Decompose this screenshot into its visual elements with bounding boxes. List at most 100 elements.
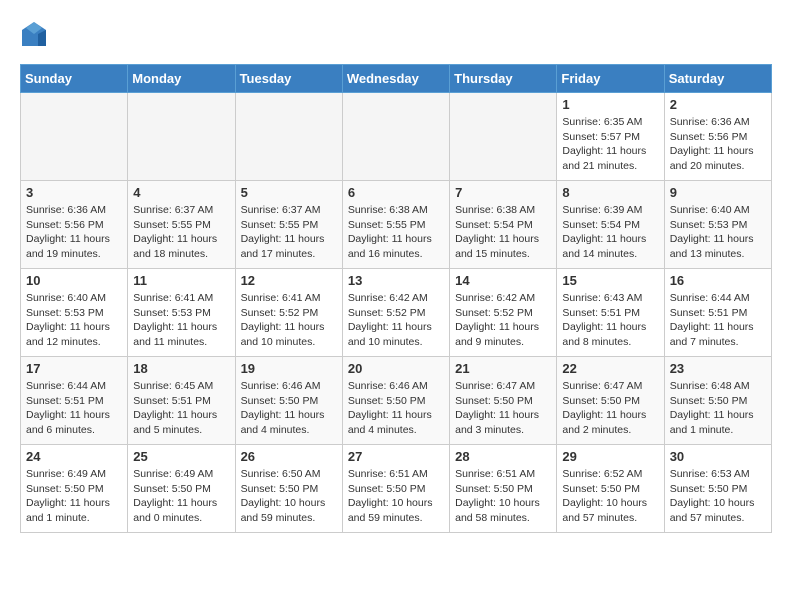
calendar-cell: 4 Sunrise: 6:37 AM Sunset: 5:55 PM Daylig… xyxy=(128,181,235,269)
day-number: 10 xyxy=(26,273,122,288)
day-number: 15 xyxy=(562,273,658,288)
day-info: Sunrise: 6:36 AM Sunset: 5:56 PM Dayligh… xyxy=(670,115,766,174)
calendar-cell: 21 Sunrise: 6:47 AM Sunset: 5:50 PM Dayli… xyxy=(450,357,557,445)
day-number: 20 xyxy=(348,361,444,376)
day-number: 30 xyxy=(670,449,766,464)
day-info: Sunrise: 6:53 AM Sunset: 5:50 PM Dayligh… xyxy=(670,467,766,526)
day-info: Sunrise: 6:46 AM Sunset: 5:50 PM Dayligh… xyxy=(241,379,337,438)
day-info: Sunrise: 6:43 AM Sunset: 5:51 PM Dayligh… xyxy=(562,291,658,350)
calendar-cell: 20 Sunrise: 6:46 AM Sunset: 5:50 PM Dayli… xyxy=(342,357,449,445)
calendar-cell xyxy=(235,93,342,181)
day-number: 17 xyxy=(26,361,122,376)
day-number: 5 xyxy=(241,185,337,200)
day-number: 1 xyxy=(562,97,658,112)
weekday-header: Wednesday xyxy=(342,65,449,93)
day-info: Sunrise: 6:37 AM Sunset: 5:55 PM Dayligh… xyxy=(241,203,337,262)
calendar-week-row: 24 Sunrise: 6:49 AM Sunset: 5:50 PM Dayli… xyxy=(21,445,772,533)
calendar-week-row: 3 Sunrise: 6:36 AM Sunset: 5:56 PM Daylig… xyxy=(21,181,772,269)
day-info: Sunrise: 6:47 AM Sunset: 5:50 PM Dayligh… xyxy=(455,379,551,438)
day-number: 25 xyxy=(133,449,229,464)
day-number: 27 xyxy=(348,449,444,464)
day-info: Sunrise: 6:42 AM Sunset: 5:52 PM Dayligh… xyxy=(455,291,551,350)
weekday-header: Saturday xyxy=(664,65,771,93)
calendar-header-row: SundayMondayTuesdayWednesdayThursdayFrid… xyxy=(21,65,772,93)
page-header xyxy=(20,20,772,48)
day-number: 22 xyxy=(562,361,658,376)
day-info: Sunrise: 6:41 AM Sunset: 5:53 PM Dayligh… xyxy=(133,291,229,350)
weekday-header: Monday xyxy=(128,65,235,93)
calendar-cell xyxy=(128,93,235,181)
day-number: 16 xyxy=(670,273,766,288)
calendar-cell: 8 Sunrise: 6:39 AM Sunset: 5:54 PM Daylig… xyxy=(557,181,664,269)
calendar-cell: 16 Sunrise: 6:44 AM Sunset: 5:51 PM Dayli… xyxy=(664,269,771,357)
day-number: 29 xyxy=(562,449,658,464)
day-info: Sunrise: 6:44 AM Sunset: 5:51 PM Dayligh… xyxy=(670,291,766,350)
calendar-cell: 27 Sunrise: 6:51 AM Sunset: 5:50 PM Dayli… xyxy=(342,445,449,533)
calendar-cell xyxy=(342,93,449,181)
day-info: Sunrise: 6:35 AM Sunset: 5:57 PM Dayligh… xyxy=(562,115,658,174)
day-number: 6 xyxy=(348,185,444,200)
calendar-week-row: 17 Sunrise: 6:44 AM Sunset: 5:51 PM Dayli… xyxy=(21,357,772,445)
calendar-cell: 13 Sunrise: 6:42 AM Sunset: 5:52 PM Dayli… xyxy=(342,269,449,357)
day-number: 18 xyxy=(133,361,229,376)
day-number: 8 xyxy=(562,185,658,200)
day-info: Sunrise: 6:37 AM Sunset: 5:55 PM Dayligh… xyxy=(133,203,229,262)
day-number: 24 xyxy=(26,449,122,464)
day-info: Sunrise: 6:46 AM Sunset: 5:50 PM Dayligh… xyxy=(348,379,444,438)
day-number: 23 xyxy=(670,361,766,376)
calendar-week-row: 10 Sunrise: 6:40 AM Sunset: 5:53 PM Dayli… xyxy=(21,269,772,357)
day-number: 21 xyxy=(455,361,551,376)
calendar-cell: 12 Sunrise: 6:41 AM Sunset: 5:52 PM Dayli… xyxy=(235,269,342,357)
day-info: Sunrise: 6:50 AM Sunset: 5:50 PM Dayligh… xyxy=(241,467,337,526)
calendar-week-row: 1 Sunrise: 6:35 AM Sunset: 5:57 PM Daylig… xyxy=(21,93,772,181)
day-number: 12 xyxy=(241,273,337,288)
calendar-cell: 3 Sunrise: 6:36 AM Sunset: 5:56 PM Daylig… xyxy=(21,181,128,269)
calendar-cell: 2 Sunrise: 6:36 AM Sunset: 5:56 PM Daylig… xyxy=(664,93,771,181)
day-info: Sunrise: 6:36 AM Sunset: 5:56 PM Dayligh… xyxy=(26,203,122,262)
logo-icon xyxy=(20,20,48,48)
day-number: 4 xyxy=(133,185,229,200)
weekday-header: Sunday xyxy=(21,65,128,93)
calendar-cell: 17 Sunrise: 6:44 AM Sunset: 5:51 PM Dayli… xyxy=(21,357,128,445)
day-info: Sunrise: 6:38 AM Sunset: 5:55 PM Dayligh… xyxy=(348,203,444,262)
calendar-cell: 22 Sunrise: 6:47 AM Sunset: 5:50 PM Dayli… xyxy=(557,357,664,445)
day-info: Sunrise: 6:48 AM Sunset: 5:50 PM Dayligh… xyxy=(670,379,766,438)
day-info: Sunrise: 6:42 AM Sunset: 5:52 PM Dayligh… xyxy=(348,291,444,350)
day-number: 19 xyxy=(241,361,337,376)
day-info: Sunrise: 6:44 AM Sunset: 5:51 PM Dayligh… xyxy=(26,379,122,438)
day-number: 9 xyxy=(670,185,766,200)
day-info: Sunrise: 6:41 AM Sunset: 5:52 PM Dayligh… xyxy=(241,291,337,350)
calendar-cell: 19 Sunrise: 6:46 AM Sunset: 5:50 PM Dayli… xyxy=(235,357,342,445)
day-number: 13 xyxy=(348,273,444,288)
day-number: 7 xyxy=(455,185,551,200)
day-info: Sunrise: 6:38 AM Sunset: 5:54 PM Dayligh… xyxy=(455,203,551,262)
day-number: 3 xyxy=(26,185,122,200)
day-info: Sunrise: 6:40 AM Sunset: 5:53 PM Dayligh… xyxy=(670,203,766,262)
day-info: Sunrise: 6:45 AM Sunset: 5:51 PM Dayligh… xyxy=(133,379,229,438)
calendar-cell: 29 Sunrise: 6:52 AM Sunset: 5:50 PM Dayli… xyxy=(557,445,664,533)
calendar-cell: 1 Sunrise: 6:35 AM Sunset: 5:57 PM Daylig… xyxy=(557,93,664,181)
day-number: 11 xyxy=(133,273,229,288)
day-info: Sunrise: 6:51 AM Sunset: 5:50 PM Dayligh… xyxy=(348,467,444,526)
calendar-cell: 26Sunrise: 6:50 AM Sunset: 5:50 PM Dayli… xyxy=(235,445,342,533)
day-info: Sunrise: 6:51 AM Sunset: 5:50 PM Dayligh… xyxy=(455,467,551,526)
calendar-cell: 7 Sunrise: 6:38 AM Sunset: 5:54 PM Daylig… xyxy=(450,181,557,269)
calendar-cell: 9 Sunrise: 6:40 AM Sunset: 5:53 PM Daylig… xyxy=(664,181,771,269)
calendar-cell: 15 Sunrise: 6:43 AM Sunset: 5:51 PM Dayli… xyxy=(557,269,664,357)
calendar-cell: 28 Sunrise: 6:51 AM Sunset: 5:50 PM Dayli… xyxy=(450,445,557,533)
calendar-cell: 5 Sunrise: 6:37 AM Sunset: 5:55 PM Daylig… xyxy=(235,181,342,269)
calendar-cell: 18 Sunrise: 6:45 AM Sunset: 5:51 PM Dayli… xyxy=(128,357,235,445)
day-info: Sunrise: 6:47 AM Sunset: 5:50 PM Dayligh… xyxy=(562,379,658,438)
day-info: Sunrise: 6:49 AM Sunset: 5:50 PM Dayligh… xyxy=(26,467,122,526)
calendar-cell: 30 Sunrise: 6:53 AM Sunset: 5:50 PM Dayli… xyxy=(664,445,771,533)
calendar-cell: 10 Sunrise: 6:40 AM Sunset: 5:53 PM Dayli… xyxy=(21,269,128,357)
weekday-header: Thursday xyxy=(450,65,557,93)
day-number: 2 xyxy=(670,97,766,112)
day-info: Sunrise: 6:52 AM Sunset: 5:50 PM Dayligh… xyxy=(562,467,658,526)
calendar-cell: 23 Sunrise: 6:48 AM Sunset: 5:50 PM Dayli… xyxy=(664,357,771,445)
day-number: 28 xyxy=(455,449,551,464)
calendar-cell: 25Sunrise: 6:49 AM Sunset: 5:50 PM Dayli… xyxy=(128,445,235,533)
day-info: Sunrise: 6:40 AM Sunset: 5:53 PM Dayligh… xyxy=(26,291,122,350)
day-info: Sunrise: 6:39 AM Sunset: 5:54 PM Dayligh… xyxy=(562,203,658,262)
logo xyxy=(20,20,52,48)
